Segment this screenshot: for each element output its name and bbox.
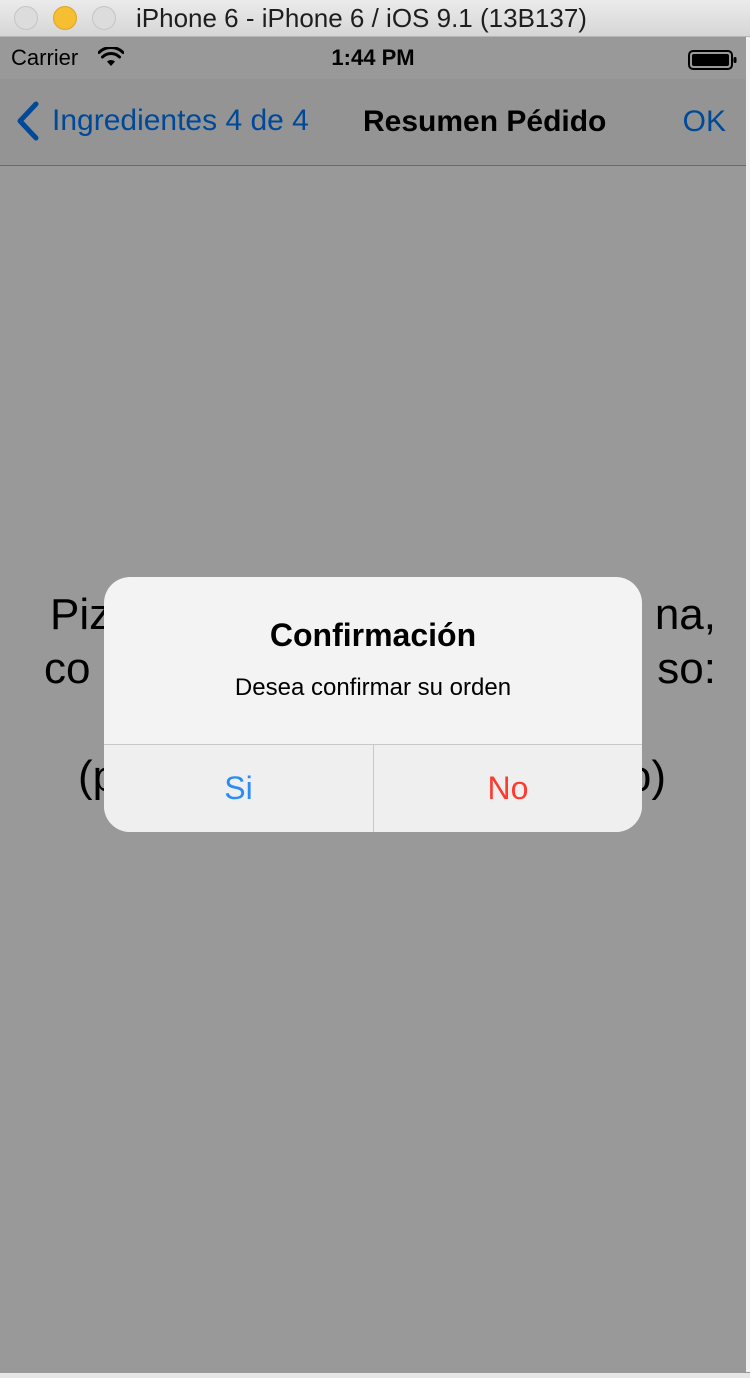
window-titlebar: iPhone 6 - iPhone 6 / iOS 9.1 (13B137) bbox=[0, 0, 750, 37]
confirmation-alert: Confirmación Desea confirmar su orden Si… bbox=[104, 577, 642, 832]
alert-confirm-button[interactable]: Si bbox=[104, 745, 373, 832]
simulator-window: iPhone 6 - iPhone 6 / iOS 9.1 (13B137) C… bbox=[0, 0, 750, 1378]
alert-title: Confirmación bbox=[269, 617, 477, 653]
window-bottom-edge bbox=[0, 1372, 750, 1378]
window-title: iPhone 6 - iPhone 6 / iOS 9.1 (13B137) bbox=[136, 3, 587, 33]
window-close-button[interactable] bbox=[14, 6, 38, 30]
device-screen: Carrier 1:44 PM Ingredientes 4 de 4 Resu… bbox=[0, 37, 746, 1373]
alert-message: Desea confirmar su orden bbox=[234, 674, 512, 701]
window-zoom-button[interactable] bbox=[92, 6, 116, 30]
window-right-edge bbox=[746, 37, 750, 1378]
alert-cancel-button[interactable]: No bbox=[374, 745, 642, 832]
window-minimize-button[interactable] bbox=[53, 6, 77, 30]
